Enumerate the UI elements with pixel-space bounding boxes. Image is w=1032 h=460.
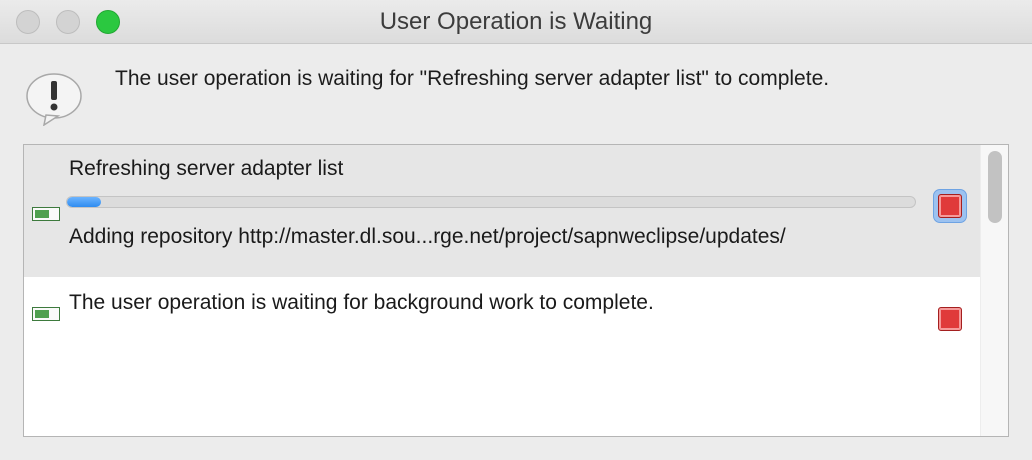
job-row-background[interactable]: The user operation is waiting for backgr… (24, 277, 980, 357)
stop-icon[interactable] (938, 307, 962, 331)
job-progress-bar (66, 196, 916, 208)
window-title: User Operation is Waiting (379, 8, 653, 35)
job-list[interactable]: Refreshing server adapter list Adding re… (23, 144, 1009, 437)
vertical-scrollbar[interactable] (980, 145, 1008, 436)
job-progress-fill (67, 197, 101, 207)
title-bar: User Operation is Waiting (0, 0, 1032, 44)
job-name: The user operation is waiting for backgr… (69, 291, 654, 314)
job-detail: Adding repository http://master.dl.sou..… (69, 225, 786, 248)
warning-speech-bubble-icon (26, 73, 82, 126)
scroll-thumb[interactable] (988, 151, 1002, 223)
stop-button-focus-ring[interactable] (933, 189, 967, 223)
stop-icon[interactable] (938, 194, 962, 218)
job-row-refreshing[interactable]: Refreshing server adapter list Adding re… (24, 145, 980, 277)
dialog-message: The user operation is waiting for "Refre… (115, 67, 830, 90)
progress-job-icon (32, 207, 60, 221)
dialog-window: User Operation is Waiting The user opera… (0, 0, 1032, 460)
progress-job-icon (32, 307, 60, 321)
job-name: Refreshing server adapter list (69, 157, 344, 180)
